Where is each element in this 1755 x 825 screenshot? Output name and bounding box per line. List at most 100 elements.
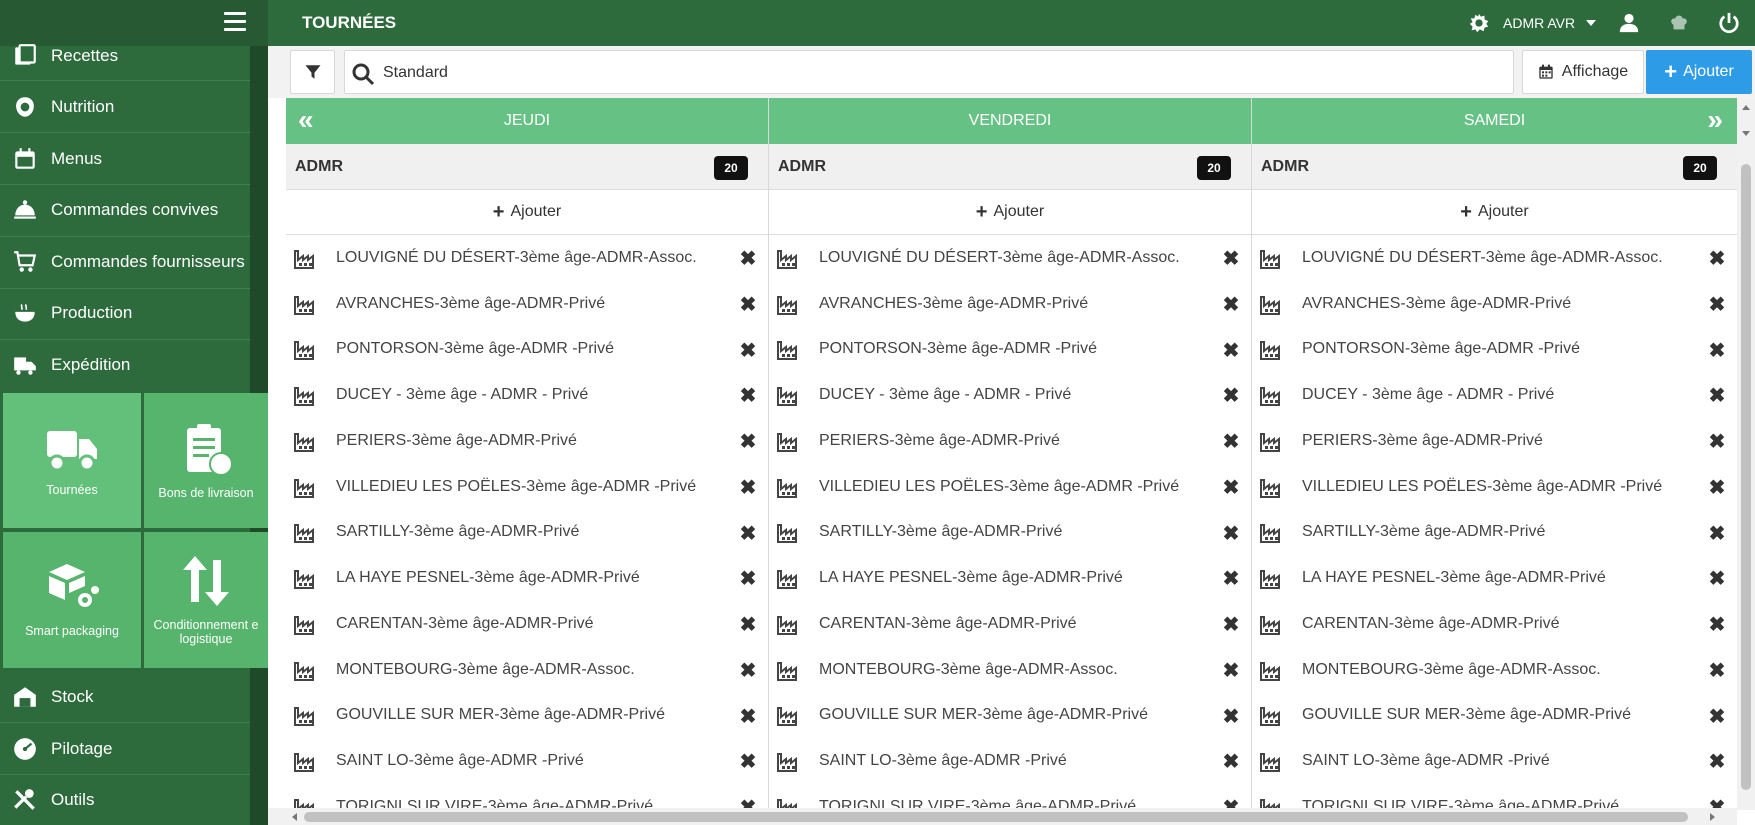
remove-icon[interactable]: ✖ [1221, 749, 1241, 774]
scrollbar-thumb[interactable] [304, 812, 1688, 822]
remove-icon[interactable]: ✖ [738, 292, 758, 317]
client-row[interactable]: SARTILLY-3ème âge-ADMR-Privé ✖ [769, 510, 1251, 556]
client-row[interactable]: TORIGNI SUR VIRE-3ème âge-ADMR-Privé ✖ [1252, 784, 1737, 810]
client-row[interactable]: LOUVIGNÉ DU DÉSERT-3ème âge-ADMR-Assoc. ✖ [769, 235, 1251, 281]
client-row[interactable]: GOUVILLE SUR MER-3ème âge-ADMR-Privé ✖ [769, 693, 1251, 739]
remove-icon[interactable]: ✖ [738, 475, 758, 500]
client-row[interactable]: AVRANCHES-3ème âge-ADMR-Privé ✖ [1252, 281, 1737, 327]
client-row[interactable]: CARENTAN-3ème âge-ADMR-Privé ✖ [769, 601, 1251, 647]
tile-tournees[interactable]: Tournées [3, 393, 141, 528]
remove-icon[interactable]: ✖ [1707, 292, 1727, 317]
client-row[interactable]: GOUVILLE SUR MER-3ème âge-ADMR-Privé ✖ [286, 693, 768, 739]
user-name[interactable]: ADMR AVR [1503, 15, 1575, 31]
remove-icon[interactable]: ✖ [738, 566, 758, 591]
remove-icon[interactable]: ✖ [1707, 475, 1727, 500]
client-row[interactable]: LA HAYE PESNEL-3ème âge-ADMR-Privé ✖ [1252, 555, 1737, 601]
remove-icon[interactable]: ✖ [738, 338, 758, 363]
search-box[interactable] [344, 50, 1514, 94]
remove-icon[interactable]: ✖ [738, 429, 758, 454]
remove-icon[interactable]: ✖ [1707, 521, 1727, 546]
remove-icon[interactable]: ✖ [738, 704, 758, 729]
remove-icon[interactable]: ✖ [738, 246, 758, 271]
client-row[interactable]: DUCEY - 3ème âge - ADMR - Privé ✖ [769, 372, 1251, 418]
add-client-button[interactable]: + Ajouter [1252, 190, 1737, 235]
remove-icon[interactable]: ✖ [1221, 246, 1241, 271]
tile-bons-de-livraison[interactable]: Bons de livraison [144, 393, 268, 528]
remove-icon[interactable]: ✖ [1221, 429, 1241, 454]
client-row[interactable]: SAINT LO-3ème âge-ADMR -Privé ✖ [1252, 738, 1737, 784]
client-row[interactable]: VILLEDIEU LES POËLES-3ème âge-ADMR -Priv… [769, 464, 1251, 510]
tile-conditionnement-logistique[interactable]: Conditionnement e logistique [144, 532, 268, 668]
sidebar-item-menus[interactable]: Menus [0, 134, 250, 184]
remove-icon[interactable]: ✖ [1221, 612, 1241, 637]
client-row[interactable]: LA HAYE PESNEL-3ème âge-ADMR-Privé ✖ [769, 555, 1251, 601]
client-row[interactable]: TORIGNI SUR VIRE-3ème âge-ADMR-Privé ✖ [286, 784, 768, 810]
gear-icon[interactable] [1468, 12, 1490, 34]
remove-icon[interactable]: ✖ [1707, 246, 1727, 271]
user-icon[interactable] [1618, 12, 1640, 34]
horizontal-scrollbar[interactable] [268, 808, 1737, 825]
client-row[interactable]: AVRANCHES-3ème âge-ADMR-Privé ✖ [286, 281, 768, 327]
remove-icon[interactable]: ✖ [1707, 338, 1727, 363]
client-row[interactable]: VILLEDIEU LES POËLES-3ème âge-ADMR -Priv… [1252, 464, 1737, 510]
remove-icon[interactable]: ✖ [1707, 749, 1727, 774]
double-chevron-right-icon[interactable]: » [1707, 106, 1723, 134]
vertical-scrollbar[interactable] [1737, 98, 1755, 810]
remove-icon[interactable]: ✖ [1221, 658, 1241, 683]
sidebar-item-production[interactable]: Production [0, 288, 250, 338]
client-row[interactable]: DUCEY - 3ème âge - ADMR - Privé ✖ [286, 372, 768, 418]
add-client-button[interactable]: + Ajouter [769, 190, 1251, 235]
display-button[interactable]: Affichage [1522, 50, 1644, 94]
add-button[interactable]: + Ajouter [1646, 50, 1752, 94]
client-row[interactable]: AVRANCHES-3ème âge-ADMR-Privé ✖ [769, 281, 1251, 327]
sidebar-item-stock[interactable]: Stock [0, 672, 250, 722]
double-chevron-left-icon[interactable]: « [298, 106, 314, 134]
client-row[interactable]: SAINT LO-3ème âge-ADMR -Privé ✖ [769, 738, 1251, 784]
remove-icon[interactable]: ✖ [1707, 612, 1727, 637]
client-row[interactable]: LA HAYE PESNEL-3ème âge-ADMR-Privé ✖ [286, 555, 768, 601]
client-row[interactable]: LOUVIGNÉ DU DÉSERT-3ème âge-ADMR-Assoc. ✖ [1252, 235, 1737, 281]
tile-smart-packaging[interactable]: Smart packaging [3, 532, 141, 668]
remove-icon[interactable]: ✖ [1707, 383, 1727, 408]
chef-hat-icon[interactable] [1668, 12, 1690, 34]
remove-icon[interactable]: ✖ [738, 749, 758, 774]
client-row[interactable]: CARENTAN-3ème âge-ADMR-Privé ✖ [1252, 601, 1737, 647]
scroll-up-arrow-icon[interactable] [1742, 105, 1750, 110]
client-row[interactable]: SARTILLY-3ème âge-ADMR-Privé ✖ [1252, 510, 1737, 556]
remove-icon[interactable]: ✖ [1221, 521, 1241, 546]
client-row[interactable]: TORIGNI SUR VIRE-3ème âge-ADMR-Privé ✖ [769, 784, 1251, 810]
client-row[interactable]: PONTORSON-3ème âge-ADMR -Privé ✖ [286, 327, 768, 373]
client-row[interactable]: PONTORSON-3ème âge-ADMR -Privé ✖ [1252, 327, 1737, 373]
client-row[interactable]: CARENTAN-3ème âge-ADMR-Privé ✖ [286, 601, 768, 647]
remove-icon[interactable]: ✖ [1221, 704, 1241, 729]
remove-icon[interactable]: ✖ [1221, 475, 1241, 500]
chevron-down-icon[interactable] [1586, 20, 1596, 26]
remove-icon[interactable]: ✖ [1707, 429, 1727, 454]
sidebar-item-pilotage[interactable]: Pilotage [0, 724, 250, 774]
remove-icon[interactable]: ✖ [1221, 566, 1241, 591]
remove-icon[interactable]: ✖ [738, 658, 758, 683]
client-row[interactable]: MONTEBOURG-3ème âge-ADMR-Assoc. ✖ [769, 647, 1251, 693]
add-client-button[interactable]: + Ajouter [286, 190, 768, 235]
client-row[interactable]: MONTEBOURG-3ème âge-ADMR-Assoc. ✖ [286, 647, 768, 693]
remove-icon[interactable]: ✖ [738, 521, 758, 546]
client-row[interactable]: PERIERS-3ème âge-ADMR-Privé ✖ [769, 418, 1251, 464]
remove-icon[interactable]: ✖ [738, 383, 758, 408]
sidebar-item-nutrition[interactable]: Nutrition [0, 82, 250, 132]
sidebar-item-commandes-convives[interactable]: Commandes convives [0, 185, 250, 235]
scrollbar-thumb[interactable] [1741, 164, 1751, 790]
remove-icon[interactable]: ✖ [1707, 658, 1727, 683]
remove-icon[interactable]: ✖ [1221, 292, 1241, 317]
hamburger-menu-icon[interactable] [224, 12, 246, 32]
search-input[interactable] [383, 61, 1483, 85]
remove-icon[interactable]: ✖ [1707, 566, 1727, 591]
client-row[interactable]: DUCEY - 3ème âge - ADMR - Privé ✖ [1252, 372, 1737, 418]
client-row[interactable]: MONTEBOURG-3ème âge-ADMR-Assoc. ✖ [1252, 647, 1737, 693]
sidebar-item-expedition[interactable]: Expédition [0, 340, 250, 390]
client-row[interactable]: SAINT LO-3ème âge-ADMR -Privé ✖ [286, 738, 768, 784]
scroll-left-arrow-icon[interactable] [292, 813, 297, 821]
sidebar-item-outils[interactable]: Outils [0, 775, 250, 825]
power-icon[interactable] [1718, 12, 1740, 34]
remove-icon[interactable]: ✖ [738, 612, 758, 637]
filter-button[interactable] [290, 50, 335, 94]
